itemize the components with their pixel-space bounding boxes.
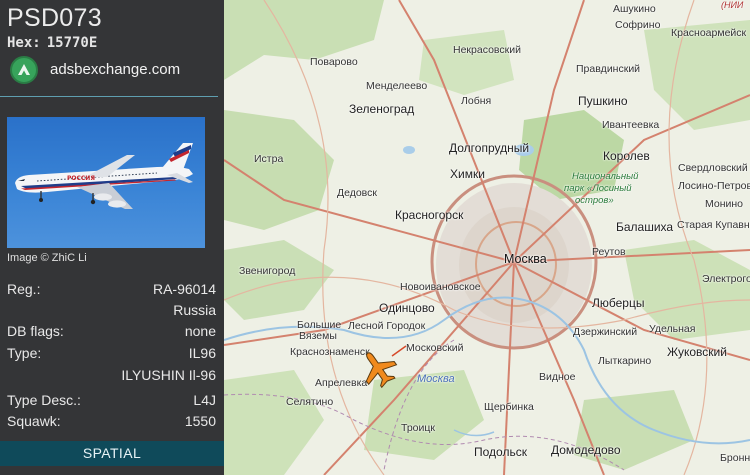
map-label-nii: (НИИ	[721, 0, 744, 10]
map-label-krasnoarmeysk: Красноармейск	[671, 27, 747, 39]
map-label-pushkino: Пушкино	[578, 94, 628, 108]
map-label-khimki: Химки	[450, 167, 485, 181]
reg-label: Reg.:	[7, 281, 41, 297]
type-desc-row: Type Desc.: L4J	[7, 392, 216, 412]
callsign-title: PSD073	[7, 4, 102, 32]
country-value: Russia	[173, 302, 216, 318]
map-label-park-1: Национальный	[572, 171, 639, 182]
map-label-lyubertsy: Люберцы	[592, 296, 645, 310]
type-desc-label: Type Desc.:	[7, 392, 81, 408]
hex-code: Hex: 15770E	[7, 35, 97, 51]
map-label-udelnaya: Удельная	[649, 323, 696, 335]
db-flags-row: DB flags: none	[7, 323, 216, 343]
map-label-dzerzhinsky: Дзержинский	[573, 326, 638, 338]
reg-value[interactable]: RA-96014	[153, 281, 216, 297]
map-label-ashukino: Ашукино	[613, 3, 656, 15]
map-label-moskva: Москва	[504, 252, 547, 266]
hex-value: 15770E	[46, 35, 98, 51]
map-label-pravdinsky: Правдинский	[576, 63, 641, 75]
map-label-novoivankovskoe: Новоивановское	[400, 281, 481, 293]
airplane-icon[interactable]	[352, 344, 408, 392]
map-label-monino: Монино	[705, 198, 744, 210]
squawk-value: 1550	[184, 413, 216, 429]
db-flags-value: none	[184, 323, 216, 339]
aircraft-info-panel: PSD073 Hex: 15770E adsbexchange.com РОСС…	[0, 0, 224, 475]
map-label-istra: Истра	[254, 153, 284, 165]
map-label-zvenigorod: Звенигород	[239, 265, 296, 277]
map-label-podolsk: Подольск	[474, 445, 527, 459]
map-label-troitsk: Троицк	[401, 422, 435, 434]
squawk-row: Squawk: 1550	[7, 413, 216, 433]
map-label-staraya: Старая Купавна	[677, 219, 750, 231]
type-name-row: ILYUSHIN Il-96	[7, 367, 216, 387]
map-label-mendeleevo: Менделеево	[366, 80, 428, 92]
map-label-park-3: остров»	[575, 195, 614, 206]
map-label-lytkarino: Лыткарино	[598, 355, 652, 367]
adsbexchange-logo-icon[interactable]	[10, 56, 38, 84]
map-label-bolshie-2: Вяземы	[299, 330, 337, 342]
map-label-lesnoy: Лесной Городок	[348, 320, 426, 332]
map-label-moskovsky: Московский	[406, 342, 464, 354]
map-label-vidnoe: Видное	[539, 371, 576, 383]
map-label-dedovsk: Дедовск	[337, 187, 377, 199]
divider	[0, 96, 218, 97]
spatial-button[interactable]: SPATIAL	[0, 441, 224, 466]
type-desc-value: L4J	[193, 392, 216, 408]
map-label-bronnitsy: Бронн	[720, 452, 750, 464]
map-label-sverdlovsky: Свердловский	[678, 162, 748, 174]
photo-credit: Image © ZhiC Li	[7, 252, 87, 264]
map-label-domodedovo: Домодедово	[551, 443, 621, 457]
type-value: IL96	[188, 345, 216, 361]
map-label-shcherbinka: Щербинка	[484, 401, 534, 413]
map-label-krasnogorsk: Красногорск	[395, 208, 464, 222]
map-label-povarovo: Поварово	[310, 56, 358, 68]
map-view[interactable]: Ашукино (НИИ Софрино Красноармейск Некра…	[224, 0, 750, 475]
type-name-value: ILYUSHIN Il-96	[121, 367, 216, 383]
hex-label: Hex:	[7, 35, 41, 51]
map-label-elektrogorsk: Электрогорск	[702, 273, 750, 285]
aircraft-photo[interactable]: РОССИЯ	[7, 117, 205, 248]
map-label-moskva-river: Москва	[417, 373, 455, 385]
map-label-odintsovo: Одинцово	[379, 301, 435, 315]
map-label-lobnya: Лобня	[461, 95, 492, 107]
map-label-selyatino: Селятино	[286, 396, 334, 408]
map-label-korolev: Королев	[603, 149, 650, 163]
map-label-zelenograd: Зеленоград	[349, 102, 415, 116]
squawk-label: Squawk:	[7, 413, 61, 429]
map-label-reutov: Реутов	[592, 246, 626, 258]
map-label-balashikha: Балашиха	[616, 220, 674, 234]
map-label-sofrino: Софрино	[615, 19, 661, 31]
type-row: Type: IL96	[7, 345, 216, 365]
country-row: Russia	[7, 302, 216, 322]
map-label-park-2: парк «Лосиный	[564, 183, 632, 194]
type-label: Type:	[7, 345, 42, 361]
map-label-losino: Лосино-Петровский	[678, 180, 750, 192]
map-label-ivanteevka: Ивантеевка	[602, 119, 660, 131]
map-label-nekrasovsky: Некрасовский	[453, 44, 521, 56]
db-flags-label: DB flags:	[7, 323, 64, 339]
map-label-dolgoprudny: Долгопрудный	[449, 141, 530, 155]
reg-row: Reg.: RA-96014	[7, 281, 216, 301]
map-label-zhukovsky: Жуковский	[667, 345, 727, 359]
livery-text: РОССИЯ	[67, 175, 95, 182]
source-link[interactable]: adsbexchange.com	[50, 61, 180, 78]
